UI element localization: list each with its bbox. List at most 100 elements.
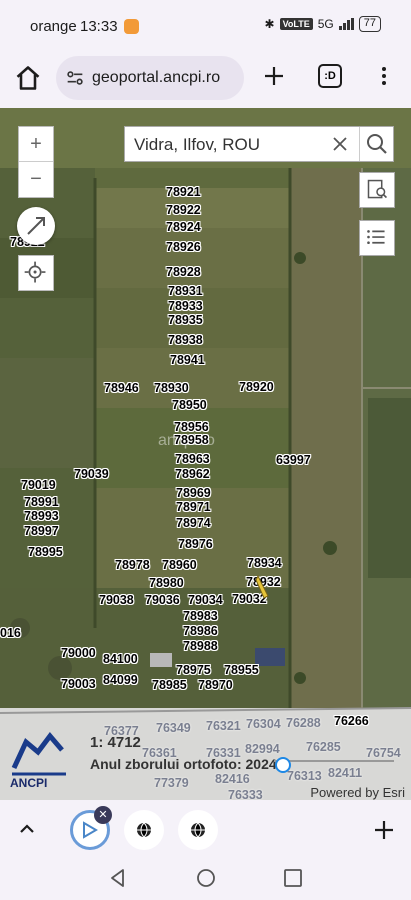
parcel-label[interactable]: 78941 (170, 353, 205, 367)
parcel-label[interactable]: 78988 (183, 639, 218, 653)
parcel-label[interactable]: 78928 (166, 265, 201, 279)
parcel-label[interactable]: 79034 (188, 593, 223, 607)
home-circle-icon[interactable] (196, 868, 216, 888)
parcel-label[interactable]: 78933 (168, 299, 203, 313)
parcel-label[interactable]: 78963 (175, 452, 210, 466)
parcel-label[interactable]: 63997 (276, 453, 311, 467)
parcel-label[interactable]: 79019 (21, 478, 56, 492)
parcel-label[interactable]: 78955 (224, 663, 259, 677)
parcel-label[interactable]: 78926 (166, 240, 201, 254)
parcel-label[interactable]: 78978 (115, 558, 150, 572)
parcel-label[interactable]: 76266 (334, 714, 369, 728)
parcel-label-faint: 77379 (154, 776, 189, 790)
tab-strip: ✕ (0, 800, 411, 860)
parcel-label[interactable]: 78970 (198, 678, 233, 692)
parcel-label[interactable]: 78920 (239, 380, 274, 394)
parcel-label[interactable]: 78938 (168, 333, 203, 347)
new-tab-icon[interactable] (372, 818, 396, 842)
chevron-up-icon[interactable] (16, 818, 38, 840)
parcel-label[interactable]: 78971 (176, 500, 211, 514)
scale-readout: 1: 4712 (90, 734, 141, 751)
close-icon[interactable] (331, 135, 349, 153)
parcel-label[interactable]: 78922 (166, 203, 201, 217)
recents-icon[interactable] (283, 868, 303, 888)
close-tab-icon[interactable]: ✕ (94, 806, 112, 824)
map-view[interactable]: ancpi.ro 78921 78922 78924 78926 78928 7… (0, 108, 411, 800)
url-text: geoportal.ancpi.ro (92, 69, 221, 86)
tab-switcher-button[interactable]: :D (318, 64, 342, 88)
tab-thumbnail[interactable] (124, 810, 164, 850)
parcel-label[interactable]: 78960 (162, 558, 197, 572)
year-slider-track[interactable] (274, 760, 394, 762)
parcel-label-faint: 76285 (306, 740, 341, 754)
parcel-label[interactable]: 78962 (175, 467, 210, 481)
battery-level: 77 (358, 16, 381, 32)
screen: orange 13:33 ✱ VoLTE 5G 77 geoportal.anc… (0, 0, 411, 900)
parcel-label[interactable]: 78969 (176, 486, 211, 500)
parcel-label[interactable]: 78975 (176, 663, 211, 677)
search-icon (367, 134, 387, 154)
parcel-label[interactable]: 78930 (154, 381, 189, 395)
address-bar[interactable]: geoportal.ancpi.ro (56, 56, 244, 100)
new-tab-icon[interactable] (262, 64, 286, 88)
arrow-icon (27, 217, 45, 235)
parcel-label[interactable]: 78997 (24, 524, 59, 538)
parcel-label-faint: 76333 (228, 788, 263, 800)
layer-list-button[interactable] (359, 220, 395, 256)
ancpi-logo-text: ANCPI (10, 776, 48, 790)
parcel-label[interactable]: 84100 (103, 652, 138, 666)
parcel-label[interactable]: 78985 (152, 678, 187, 692)
parcel-label[interactable]: 78986 (183, 624, 218, 638)
parcel-label[interactable]: 78934 (247, 556, 282, 570)
parcel-label[interactable]: 78931 (168, 284, 203, 298)
globe-icon (191, 822, 205, 838)
network-type: 5G (317, 17, 334, 31)
parcel-label[interactable]: 79038 (99, 593, 134, 607)
zoom-in-button[interactable]: + (19, 127, 53, 162)
back-icon[interactable] (108, 868, 128, 888)
search-input[interactable] (134, 135, 329, 155)
more-menu-icon[interactable] (372, 64, 396, 88)
status-bar: orange 13:33 ✱ VoLTE 5G 77 (0, 0, 411, 52)
parcel-label[interactable]: 78980 (149, 576, 184, 590)
year-slider-handle[interactable] (275, 757, 291, 773)
parcel-label[interactable]: 78995 (28, 545, 63, 559)
parcel-label-faint: 82411 (328, 766, 363, 780)
parcel-label[interactable]: 78924 (166, 220, 201, 234)
location-marker-icon (255, 574, 269, 599)
parcel-label[interactable]: 79039 (74, 467, 109, 481)
tab-thumbnail[interactable] (178, 810, 218, 850)
layer-search-button[interactable] (359, 172, 395, 208)
parcel-label[interactable]: 79036 (145, 593, 180, 607)
parcel-label[interactable]: 79000 (61, 646, 96, 660)
parcel-label[interactable]: 78935 (168, 313, 203, 327)
zoom-control: + − (18, 126, 54, 198)
measure-button[interactable] (17, 207, 55, 245)
parcel-label[interactable]: 84099 (103, 673, 138, 687)
parcel-label[interactable]: 78921 (166, 185, 201, 199)
parcel-label-faint: 76313 (287, 769, 322, 783)
parcel-label[interactable]: 78993 (24, 509, 59, 523)
parcel-label-faint: 76349 (156, 721, 191, 735)
locate-button[interactable] (18, 255, 54, 291)
system-navigation (0, 860, 411, 900)
parcel-label[interactable]: 78974 (176, 516, 211, 530)
site-settings-icon[interactable] (64, 67, 86, 89)
parcel-label[interactable]: 78983 (183, 609, 218, 623)
parcel-label-faint: 76754 (366, 746, 401, 760)
list-icon (367, 230, 385, 245)
parcel-label[interactable]: 79003 (61, 677, 96, 691)
signal-icon (338, 18, 354, 30)
map-search (124, 126, 394, 162)
search-button[interactable] (359, 127, 394, 161)
parcel-label[interactable]: 78946 (104, 381, 139, 395)
parcel-label[interactable]: 78956 (174, 420, 209, 434)
parcel-label[interactable]: 016 (0, 626, 21, 640)
zoom-out-button[interactable]: − (19, 162, 53, 197)
attribution[interactable]: Powered by Esri (310, 785, 405, 800)
home-icon[interactable] (14, 64, 42, 92)
parcel-label[interactable]: 78976 (178, 537, 213, 551)
parcel-label[interactable]: 78958 (174, 433, 209, 447)
parcel-label[interactable]: 78991 (24, 495, 59, 509)
parcel-label[interactable]: 78950 (172, 398, 207, 412)
